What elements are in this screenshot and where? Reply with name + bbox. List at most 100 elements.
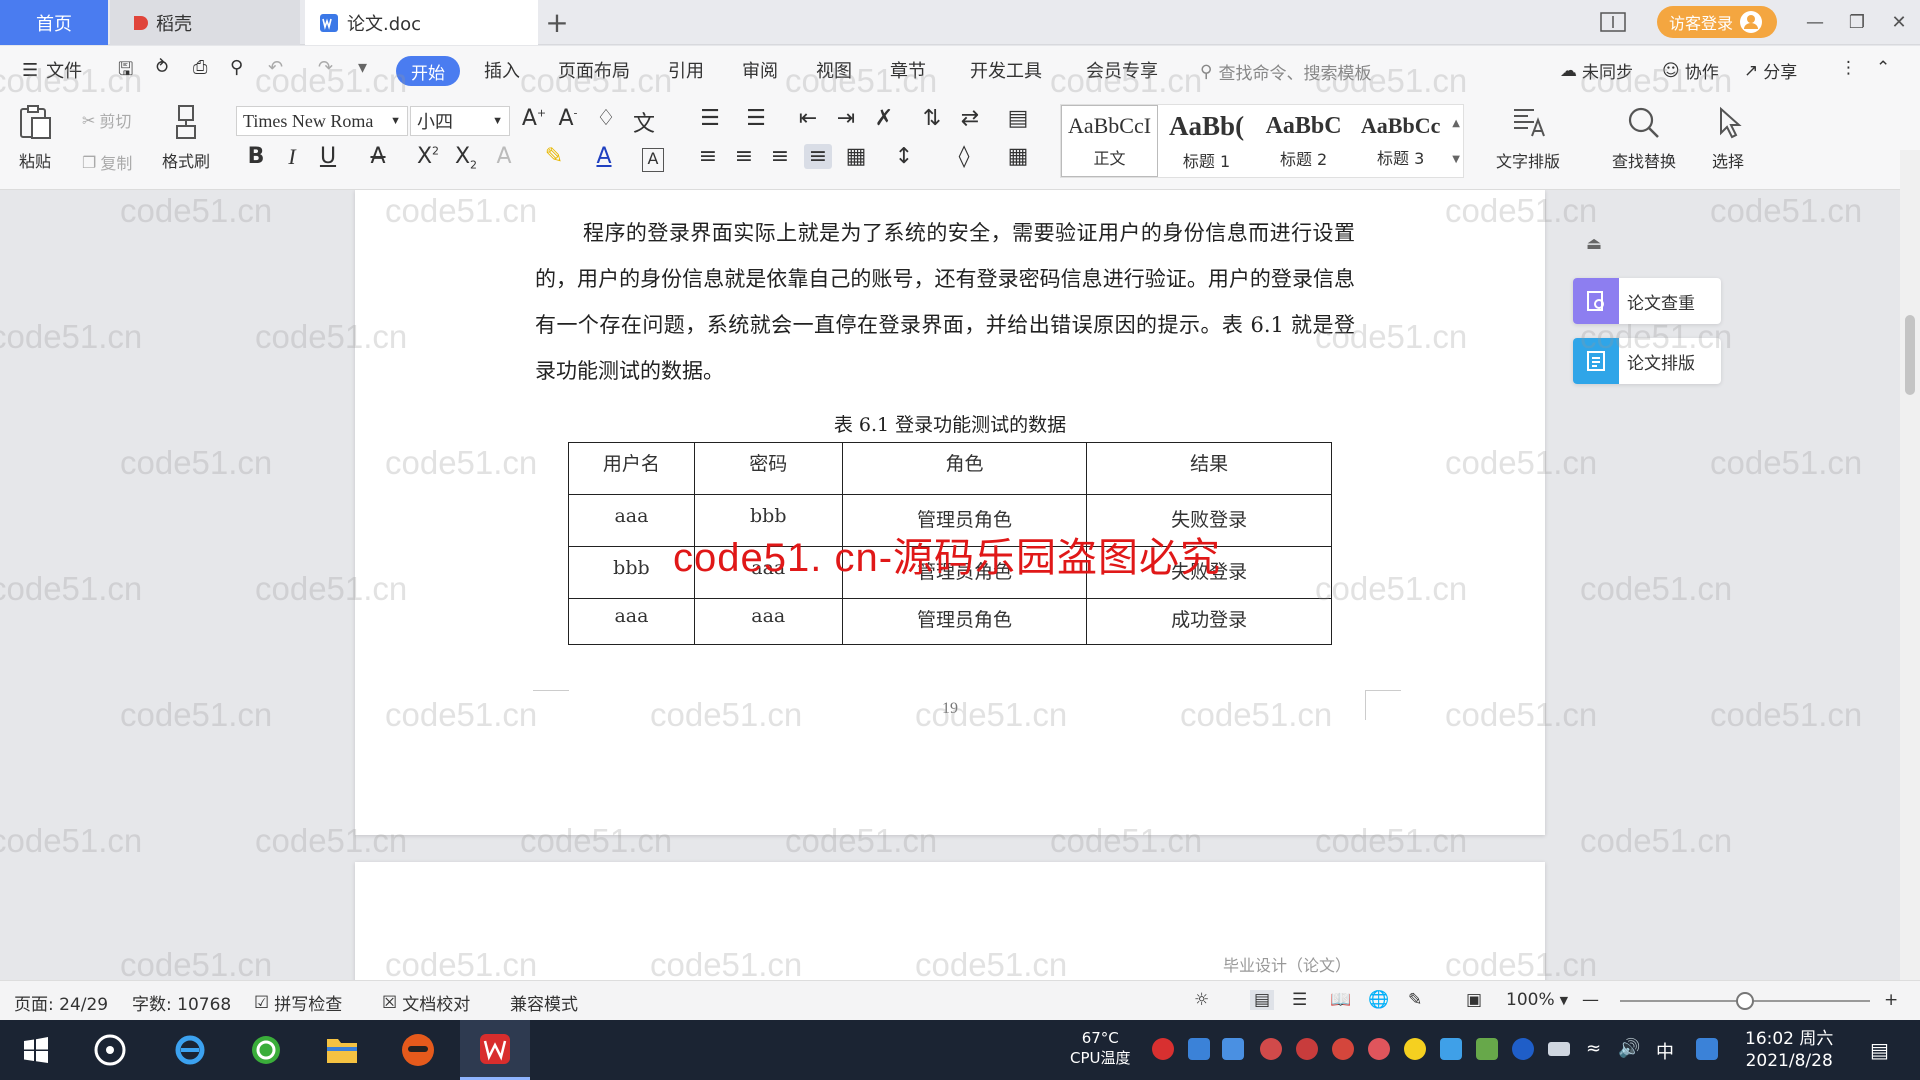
game-app-icon[interactable] <box>398 1030 438 1070</box>
copy-button[interactable]: ❐ 复制 <box>82 150 132 174</box>
font-color-icon[interactable]: A <box>590 144 618 169</box>
shading-icon[interactable]: ◊ <box>950 144 978 169</box>
tray-app-icon[interactable] <box>1260 1038 1282 1060</box>
menu-chapter[interactable]: 章节 <box>890 57 926 83</box>
system-clock[interactable]: 16:02 周六 2021/8/28 <box>1745 1028 1833 1072</box>
fit-page-icon[interactable]: ▣ <box>1466 990 1482 1010</box>
shield-icon[interactable] <box>1222 1038 1244 1060</box>
subscript-icon[interactable]: X2 <box>452 144 480 171</box>
zoom-in-icon[interactable]: + <box>1884 990 1898 1010</box>
reading-view-icon[interactable]: 📖 <box>1330 990 1351 1010</box>
volume-icon[interactable]: 🔊 <box>1618 1038 1640 1060</box>
command-search[interactable]: ⚲ 查找命令、搜索模板 <box>1200 59 1371 85</box>
eject-icon[interactable]: ⏏ <box>1580 230 1608 258</box>
vertical-scrollbar[interactable] <box>1900 150 1920 980</box>
page-indicator[interactable]: 页面: 24/29 <box>14 990 108 1015</box>
close-icon[interactable]: ✕ <box>1884 8 1914 36</box>
menu-insert[interactable]: 插入 <box>484 57 520 83</box>
web-view-icon[interactable]: 🌐 <box>1368 990 1389 1010</box>
align-center-icon[interactable]: ≡ <box>730 144 758 169</box>
layout-icon[interactable] <box>1598 8 1628 36</box>
outline-view-icon[interactable]: ☰ <box>1292 990 1307 1010</box>
paper-layout-button[interactable]: 论文排版 <box>1573 338 1721 384</box>
document-page-next[interactable]: 毕业设计（论文） <box>355 862 1545 980</box>
character-border-icon[interactable]: A <box>642 148 664 172</box>
windows-start-icon[interactable] <box>16 1030 56 1070</box>
distribute-icon[interactable]: ▦ <box>842 144 870 169</box>
tray-app-icon[interactable] <box>1296 1038 1318 1060</box>
increase-indent-icon[interactable]: ⇥ <box>832 106 860 131</box>
align-left-icon[interactable]: ≡ <box>694 144 722 169</box>
style-heading-3[interactable]: AaBbCc 标题 3 <box>1352 105 1449 177</box>
menu-view[interactable]: 视图 <box>816 57 852 83</box>
text-layout-button[interactable]: 文字排版 <box>1496 106 1560 172</box>
redo-icon[interactable]: ↷ <box>318 57 333 78</box>
find-replace-button[interactable]: 查找替换 <box>1612 106 1676 172</box>
tray-app-icon[interactable] <box>1368 1038 1390 1060</box>
bold-icon[interactable]: B <box>242 144 270 169</box>
collaborate-button[interactable]: ☺ 协作 <box>1662 58 1719 84</box>
justify-icon[interactable]: ≡ <box>804 144 832 169</box>
style-scroll[interactable]: ▲ ▼ <box>1449 105 1463 177</box>
line-spacing-icon[interactable]: ↕ <box>890 144 918 169</box>
file-explorer-icon[interactable] <box>322 1030 362 1070</box>
document-page[interactable]: 程序的登录界面实际上就是为了系统的安全，需要验证用户的身份信息而进行设置的，用户… <box>355 190 1545 835</box>
visitor-login-button[interactable]: 访客登录 <box>1657 6 1777 38</box>
sort-icon[interactable]: ⇅ <box>918 106 946 131</box>
new-tab-button[interactable]: + <box>542 0 572 45</box>
undo-icon[interactable]: ↶ <box>268 57 283 78</box>
zoom-slider-track[interactable] <box>1620 992 1870 1010</box>
tray-app-icon[interactable] <box>1332 1038 1354 1060</box>
fan-app-icon[interactable] <box>90 1030 130 1070</box>
chinese-layout-icon[interactable]: ✗ <box>870 106 898 131</box>
show-marks-icon[interactable]: ▤ <box>1004 106 1032 131</box>
strikethrough-icon[interactable]: A <box>364 144 392 169</box>
tab-home[interactable]: 首页 <box>0 0 108 45</box>
grow-font-icon[interactable]: A+ <box>520 106 548 131</box>
tray-app-icon[interactable] <box>1696 1038 1718 1060</box>
italic-icon[interactable]: I <box>278 144 306 170</box>
print-icon[interactable]: ⎙ <box>193 57 207 78</box>
style-normal[interactable]: AaBbCcI 正文 <box>1061 105 1159 177</box>
clear-format-icon[interactable]: ♢ <box>592 106 620 131</box>
phonetic-icon[interactable]: 文 <box>630 106 658 138</box>
superscript-icon[interactable]: X2 <box>414 144 442 169</box>
shrink-font-icon[interactable]: A- <box>554 106 582 131</box>
notification-icon[interactable]: ▤ <box>1870 1038 1892 1062</box>
write-view-icon[interactable]: ✎ <box>1408 990 1422 1010</box>
paste-button[interactable]: 粘贴 <box>18 104 52 172</box>
paper-check-button[interactable]: 论文查重 <box>1573 278 1721 324</box>
font-size-select[interactable]: 小四 ▼ <box>410 106 510 136</box>
browser-360-icon[interactable] <box>246 1030 286 1070</box>
borders-icon[interactable]: ▦ <box>1004 144 1032 169</box>
more-icon[interactable]: ⋮ <box>1840 58 1857 78</box>
minimize-icon[interactable]: — <box>1800 8 1830 36</box>
highlight-icon[interactable]: ✎ <box>540 144 568 169</box>
menu-references[interactable]: 引用 <box>668 57 704 83</box>
tray-app-icon[interactable] <box>1152 1038 1174 1060</box>
scroll-thumb[interactable] <box>1905 315 1915 395</box>
menu-start[interactable]: 开始 <box>396 56 460 86</box>
share-button[interactable]: ↗ 分享 <box>1744 58 1797 84</box>
ime-indicator[interactable]: 中 <box>1656 1038 1678 1063</box>
bluetooth-icon[interactable] <box>1512 1038 1534 1060</box>
nvidia-icon[interactable] <box>1476 1038 1498 1060</box>
tray-app-icon[interactable] <box>1188 1038 1210 1060</box>
numbered-list-icon[interactable]: ☰ <box>742 106 770 131</box>
tray-app-icon[interactable] <box>1404 1038 1426 1060</box>
document-proof-button[interactable]: ☒ 文档校对 <box>382 990 470 1016</box>
zoom-slider-thumb[interactable] <box>1736 992 1754 1010</box>
menu-page-layout[interactable]: 页面布局 <box>558 57 630 83</box>
tab-daoke[interactable]: 稻壳 <box>110 0 300 45</box>
style-heading-1[interactable]: AaBb(标题 1 <box>1158 105 1255 177</box>
sync-button[interactable]: ☁ 未同步 <box>1560 58 1633 84</box>
zoom-select[interactable]: 100% ▼ <box>1506 990 1568 1010</box>
ie-browser-icon[interactable] <box>170 1030 210 1070</box>
undo-history-icon[interactable]: ⥁ <box>156 57 168 78</box>
wps-taskbar-icon[interactable] <box>460 1020 530 1080</box>
eye-protection-icon[interactable]: ☼ <box>1194 990 1209 1010</box>
battery-icon[interactable] <box>1548 1042 1570 1056</box>
spell-check-button[interactable]: ☑ 拼写检查 <box>254 990 342 1016</box>
text-effect-icon[interactable]: A <box>490 144 518 169</box>
wifi-icon[interactable]: ≈ <box>1586 1038 1608 1060</box>
